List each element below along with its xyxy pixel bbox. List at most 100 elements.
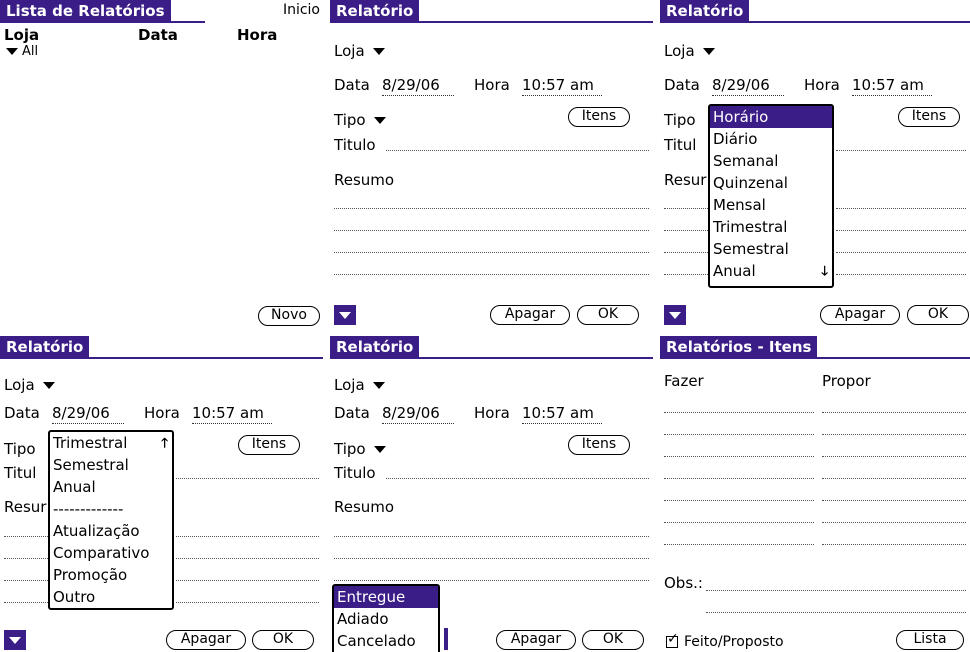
text-line: [822, 544, 966, 545]
tipo-option[interactable]: Atualização: [50, 520, 172, 542]
tipo-option[interactable]: Comparativo: [50, 542, 172, 564]
text-line: [334, 252, 649, 253]
loja-selector[interactable]: Loja: [4, 376, 56, 394]
loja-selector[interactable]: Loja: [334, 42, 386, 60]
tipo-option[interactable]: Semestral: [50, 454, 172, 476]
fazer-column-label: Fazer: [664, 372, 704, 390]
tipo-option[interactable]: Diário: [710, 128, 832, 150]
tipo-option[interactable]: Outro: [50, 586, 172, 608]
ok-button[interactable]: OK: [907, 305, 969, 325]
tipo-option[interactable]: Semestral: [710, 238, 832, 260]
time-field[interactable]: 10:57 am: [192, 404, 272, 424]
tipo-selector[interactable]: Tipo: [334, 111, 387, 129]
data-label: Data: [4, 404, 40, 422]
filter-dropdown[interactable]: All: [6, 44, 38, 59]
hora-label: Hora: [804, 76, 840, 94]
loja-selector[interactable]: Loja: [664, 42, 716, 60]
time-field[interactable]: 10:57 am: [852, 76, 932, 96]
tipo-popup-list[interactable]: Trimestral Semestral Anual -------------…: [48, 430, 174, 610]
text-line: [836, 230, 966, 231]
itens-button[interactable]: Itens: [238, 435, 300, 455]
status-option[interactable]: Entregue: [334, 586, 438, 608]
scroll-down-icon[interactable]: 🡓: [821, 262, 828, 284]
text-line: [4, 536, 48, 537]
itens-button[interactable]: Itens: [898, 107, 960, 127]
tipo-option[interactable]: Anual: [50, 476, 172, 498]
tipo-option[interactable]: Semanal: [710, 150, 832, 172]
tipo-option[interactable]: Mensal: [710, 194, 832, 216]
ok-button[interactable]: OK: [252, 630, 314, 650]
menu-button[interactable]: [334, 305, 356, 325]
ok-button[interactable]: OK: [577, 305, 639, 325]
inicio-category[interactable]: Inicio: [283, 2, 320, 18]
tipo-option[interactable]: Horário: [710, 106, 832, 128]
feito-proposto-checkbox[interactable]: Feito/Proposto: [666, 631, 784, 650]
dropdown-icon: [43, 382, 56, 389]
text-line: [664, 208, 708, 209]
resumo-label: Resumo: [334, 171, 395, 189]
resumo-label: Resumo: [334, 498, 395, 516]
tipo-selector[interactable]: Tipo: [334, 440, 387, 458]
itens-button[interactable]: Itens: [568, 435, 630, 455]
itens-button[interactable]: Itens: [568, 107, 630, 127]
text-line: [176, 580, 319, 581]
tipo-option[interactable]: Anual: [710, 260, 832, 282]
status-option[interactable]: Cancelado: [334, 630, 438, 652]
hora-label: Hora: [144, 404, 180, 422]
titulo-field[interactable]: [836, 150, 966, 151]
loja-label: Loja: [4, 376, 35, 394]
status-option[interactable]: Adiado: [334, 608, 438, 630]
titulo-label: Titul: [4, 464, 37, 482]
text-line: [334, 536, 649, 537]
novo-button[interactable]: Novo: [258, 306, 320, 326]
report-list-screen: Lista de Relatórios Inicio Loja Data Hor…: [0, 0, 323, 326]
titulo-field[interactable]: [386, 478, 649, 479]
date-field[interactable]: 8/29/06: [382, 404, 454, 424]
text-line: [664, 230, 708, 231]
text-line: [334, 230, 649, 231]
titulo-field[interactable]: [176, 478, 319, 479]
lista-button[interactable]: Lista: [896, 630, 964, 650]
apagar-button[interactable]: Apagar: [166, 630, 246, 650]
tipo-option[interactable]: Quinzenal: [710, 172, 832, 194]
date-field[interactable]: 8/29/06: [52, 404, 124, 424]
screen-title: Relatório: [330, 0, 420, 22]
titulo-field[interactable]: [386, 150, 649, 151]
tipo-popup-list[interactable]: Horário Diário Semanal Quinzenal Mensal …: [708, 104, 834, 288]
loja-label: Loja: [334, 42, 365, 60]
text-line: [822, 478, 966, 479]
text-line: [664, 478, 814, 479]
menu-button[interactable]: [664, 305, 686, 325]
data-label: Data: [334, 404, 370, 422]
apagar-button[interactable]: Apagar: [496, 630, 576, 650]
tipo-label: Tipo: [334, 440, 366, 458]
tipo-option[interactable]: Promoção: [50, 564, 172, 586]
menu-icon: [669, 312, 681, 319]
tipo-option[interactable]: Trimestral: [50, 432, 172, 454]
text-line: [4, 558, 48, 559]
scroll-up-icon[interactable]: 🡑: [161, 434, 168, 456]
date-field[interactable]: 8/29/06: [382, 76, 454, 96]
dropdown-icon: [703, 48, 716, 55]
dropdown-icon: [373, 48, 386, 55]
text-line: [664, 500, 814, 501]
date-field[interactable]: 8/29/06: [712, 76, 784, 96]
status-popup-list[interactable]: Entregue Adiado Cancelado: [332, 584, 440, 652]
apagar-button[interactable]: Apagar: [490, 305, 570, 325]
column-hora[interactable]: Hora: [237, 26, 277, 44]
time-field[interactable]: 10:57 am: [522, 404, 602, 424]
time-field[interactable]: 10:57 am: [522, 76, 602, 96]
ok-button[interactable]: OK: [582, 630, 644, 650]
menu-button[interactable]: [4, 630, 26, 650]
column-loja[interactable]: Loja: [4, 26, 39, 44]
highlight-strip: [444, 628, 448, 650]
column-data[interactable]: Data: [138, 26, 178, 44]
loja-selector[interactable]: Loja: [334, 376, 386, 394]
dropdown-icon: [373, 382, 386, 389]
screen-title: Relatório: [660, 0, 750, 22]
report-form-tipo-popup-screen: Relatório Loja Data 8/29/06 Hora 10:57 a…: [660, 0, 970, 326]
apagar-button[interactable]: Apagar: [820, 305, 900, 325]
screen-title: Relatório: [330, 336, 420, 358]
tipo-option[interactable]: Trimestral: [710, 216, 832, 238]
text-line: [664, 544, 814, 545]
